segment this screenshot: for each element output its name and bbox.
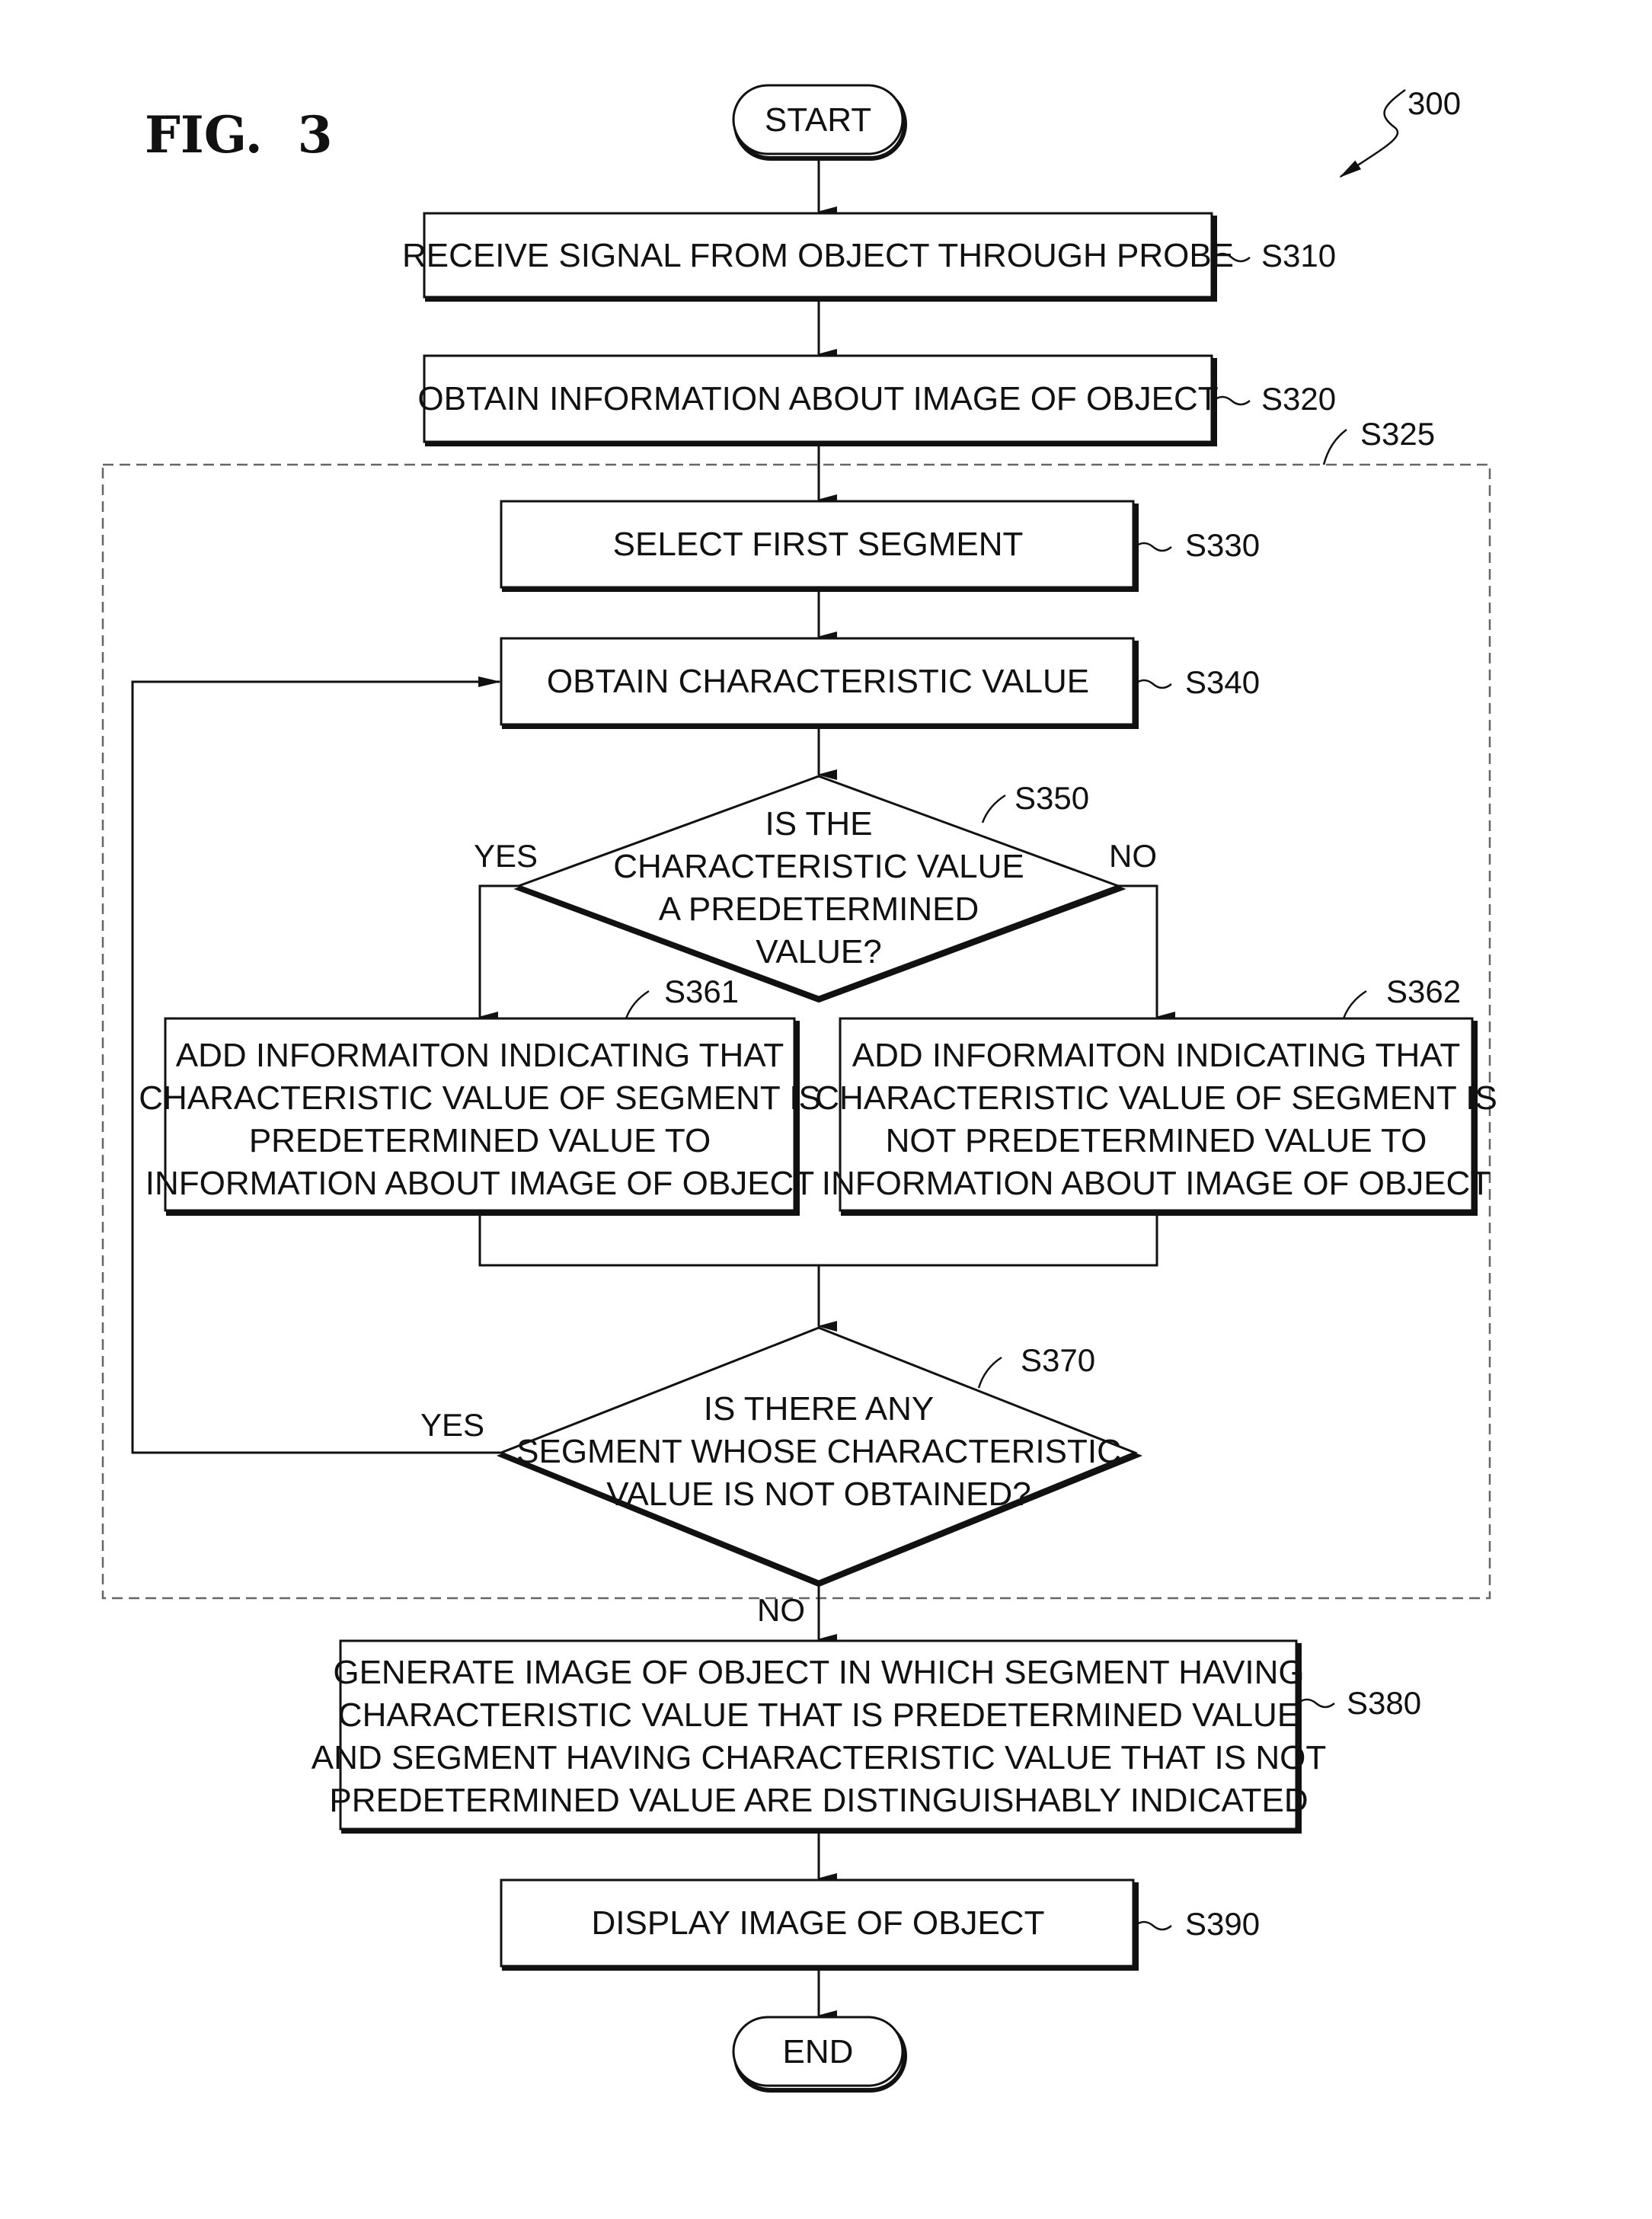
leader-s320 <box>1213 395 1251 406</box>
decision-s370-text-line-1: IS THERE ANY <box>704 1390 934 1428</box>
start-label: START <box>765 101 871 139</box>
connector-merge <box>478 1213 1158 1267</box>
decision-s350: IS THE CHARACTERISTIC VALUE A PREDETERMI… <box>474 775 1157 1003</box>
start-terminal: START <box>732 84 907 161</box>
step-s380-text-line-2: CHARACTERISTIC VALUE THAT IS PREDETERMIN… <box>338 1696 1299 1734</box>
leader-s361 <box>625 990 650 1019</box>
reference-arrow-icon <box>1339 88 1406 178</box>
decision-s370: IS THERE ANY SEGMENT WHOSE CHARACTERISTI… <box>420 1326 1143 1628</box>
leader-s325 <box>1322 428 1347 465</box>
step-s361-text-line-4: INFORMATION ABOUT IMAGE OF OBJECT <box>145 1165 814 1202</box>
decision-s350-label: S350 <box>1015 780 1089 816</box>
decision-s350-text-line-3: A PREDETERMINED <box>659 890 979 928</box>
leader-s330 <box>1134 542 1172 552</box>
step-s362-text-line-1: ADD INFORMAITON INDICATING THAT <box>852 1037 1461 1074</box>
decision-s370-label: S370 <box>1021 1342 1095 1378</box>
decision-s350-text-line-2: CHARACTERISTIC VALUE <box>613 848 1024 885</box>
step-s340-label: S340 <box>1185 664 1260 700</box>
leader-s362 <box>1342 990 1367 1019</box>
group-s325-label: S325 <box>1360 416 1435 452</box>
step-s362-text-line-2: CHARACTERISTIC VALUE OF SEGMENT IS <box>815 1079 1497 1117</box>
step-s362-label: S362 <box>1386 974 1461 1009</box>
end-terminal: END <box>732 2016 907 2093</box>
step-s320-label: S320 <box>1261 381 1336 417</box>
step-s361-text-line-1: ADD INFORMAITON INDICATING THAT <box>176 1037 784 1074</box>
decision-s350-text-line-4: VALUE? <box>756 933 882 970</box>
decision-s370-yes-label: YES <box>420 1407 484 1443</box>
flowchart: FIG. 3 300 START RECEIVE SIGNAL FROM OBJ… <box>101 84 1497 2093</box>
figure-reference-number: 300 <box>1408 85 1461 121</box>
leader-s390 <box>1134 1920 1172 1931</box>
decision-s350-text-line-1: IS THE <box>765 805 872 843</box>
step-s380-text-line-4: PREDETERMINED VALUE ARE DISTINGUISHABLY … <box>329 1782 1308 1819</box>
step-s390-text: DISPLAY IMAGE OF OBJECT <box>592 1904 1045 1942</box>
leader-s380 <box>1297 1698 1335 1709</box>
decision-s350-yes-label: YES <box>474 838 538 874</box>
step-s330: SELECT FIRST SEGMENT S330 <box>500 500 1260 592</box>
step-s330-text: SELECT FIRST SEGMENT <box>613 526 1024 563</box>
figure-title: FIG. 3 <box>145 105 333 165</box>
leader-s370 <box>977 1356 1002 1389</box>
end-label: END <box>783 2033 854 2070</box>
decision-s350-no-label: NO <box>1109 838 1157 874</box>
step-s361-text-line-2: CHARACTERISTIC VALUE OF SEGMENT IS <box>139 1079 821 1117</box>
connector-s350-no-s362 <box>1118 884 1175 1022</box>
step-s310: RECEIVE SIGNAL FROM OBJECT THROUGH PROBE… <box>402 212 1336 302</box>
step-s380: GENERATE IMAGE OF OBJECT IN WHICH SEGMEN… <box>312 1639 1421 1834</box>
step-s390: DISPLAY IMAGE OF OBJECT S390 <box>500 1878 1260 1971</box>
step-s310-label: S310 <box>1261 238 1336 273</box>
step-s320: OBTAIN INFORMATION ABOUT IMAGE OF OBJECT… <box>417 354 1336 446</box>
step-s390-label: S390 <box>1185 1906 1260 1942</box>
decision-s370-no-label: NO <box>757 1592 805 1628</box>
decision-s370-text-line-3: VALUE IS NOT OBTAINED? <box>606 1476 1031 1513</box>
step-s340: OBTAIN CHARACTERISTIC VALUE S340 <box>500 637 1260 729</box>
step-s380-text-line-3: AND SEGMENT HAVING CHARACTERISTIC VALUE … <box>312 1739 1326 1776</box>
step-s330-label: S330 <box>1185 527 1260 563</box>
step-s310-text: RECEIVE SIGNAL FROM OBJECT THROUGH PROBE <box>402 237 1234 274</box>
step-s361-text-line-3: PREDETERMINED VALUE TO <box>249 1122 711 1159</box>
step-s380-label: S380 <box>1347 1685 1421 1721</box>
step-s320-text: OBTAIN INFORMATION ABOUT IMAGE OF OBJECT <box>417 380 1218 417</box>
connector-s350-yes-s361 <box>478 884 519 1022</box>
leader-s340 <box>1134 679 1172 689</box>
step-s340-text: OBTAIN CHARACTERISTIC VALUE <box>547 663 1089 700</box>
step-s362-text-line-4: INFORMATION ABOUT IMAGE OF OBJECT <box>822 1165 1491 1202</box>
decision-s370-text-line-2: SEGMENT WHOSE CHARACTERISTIC <box>516 1433 1121 1470</box>
step-s380-text-line-1: GENERATE IMAGE OF OBJECT IN WHICH SEGMEN… <box>333 1654 1304 1691</box>
step-s362-text-line-3: NOT PREDETERMINED VALUE TO <box>886 1122 1427 1159</box>
leader-s350 <box>981 794 1006 823</box>
step-s361-label: S361 <box>664 974 739 1009</box>
